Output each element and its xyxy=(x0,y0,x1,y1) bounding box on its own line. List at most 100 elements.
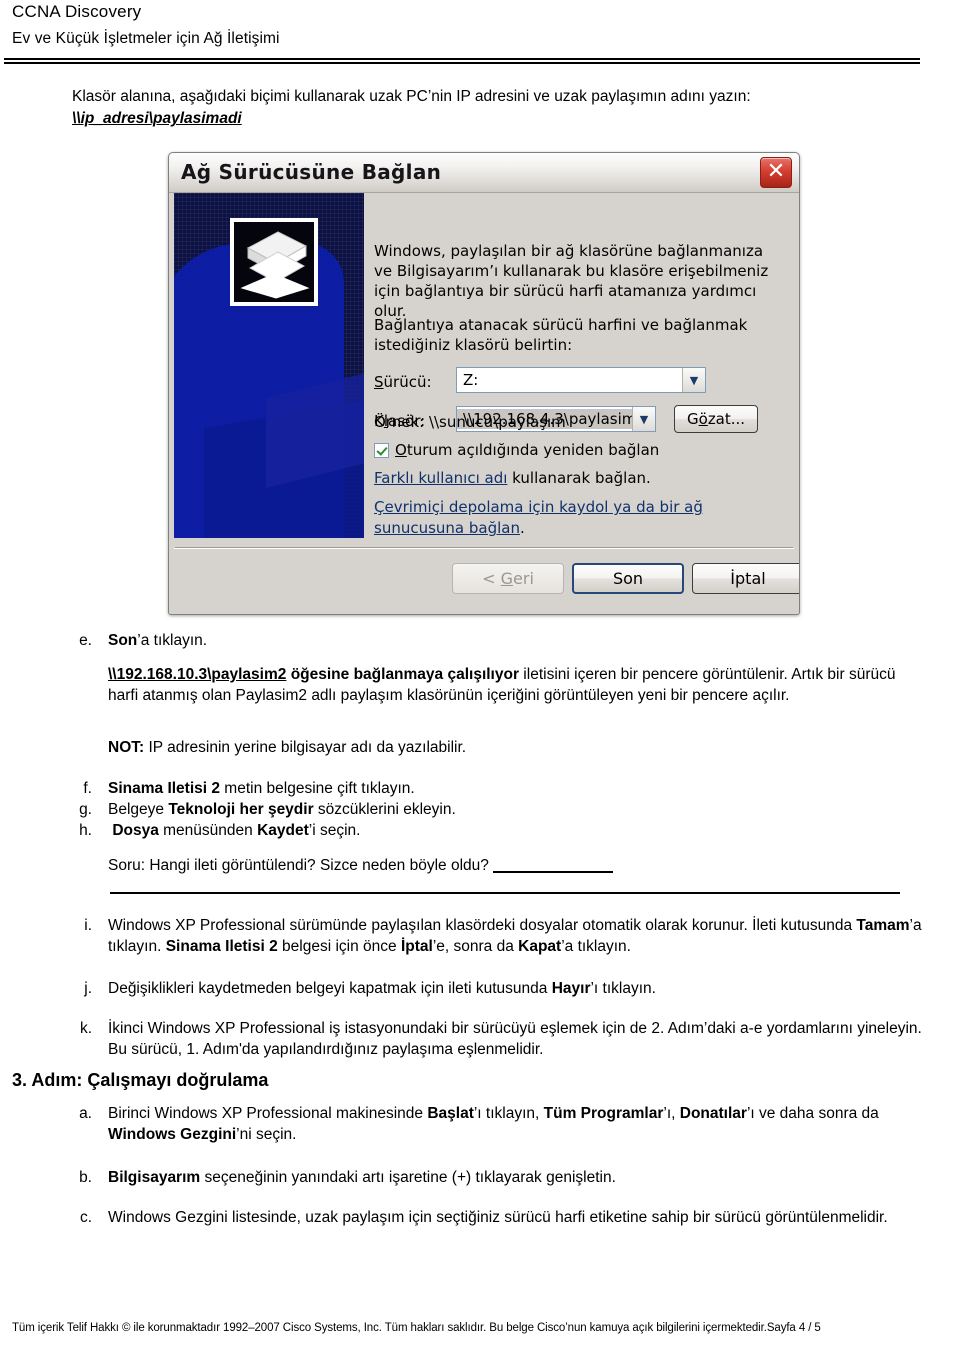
drive-combobox[interactable]: Z: ▼ xyxy=(456,367,706,393)
intro-sentence: Klasör alanına, aşağıdaki biçimi kullana… xyxy=(72,88,751,105)
list-marker: b. xyxy=(79,1169,92,1186)
detail-path: \\192.168.10.3\paylasim2 xyxy=(108,666,287,683)
list-item-g: g. Belgeye Teknoloji her şeydir sözcükle… xyxy=(64,799,924,820)
list-item-j: j. Değişiklikleri kaydetmeden belgeyi ka… xyxy=(64,978,924,999)
list-item-h-mid: menüsünden xyxy=(158,822,258,839)
list-item-i: i. Windows XP Professional sürümünde pay… xyxy=(64,915,924,957)
dialog-side-banner xyxy=(174,193,364,538)
close-icon[interactable]: ✕ xyxy=(760,157,792,188)
b3-bold1: Bilgisayarım xyxy=(108,1169,201,1186)
list-item-3b-text: Bilgisayarım seçeneğinin yanındaki artı … xyxy=(108,1167,924,1188)
list-marker: e. xyxy=(79,632,92,649)
reconnect-label-rest: turum açıldığında yeniden bağlan xyxy=(406,441,660,459)
list-item-3a: a. Birinci Windows XP Professional makin… xyxy=(64,1103,924,1145)
list-item-g-bold: Teknoloji her şeydir xyxy=(168,801,314,818)
online-storage-tail: . xyxy=(519,519,525,537)
dialog-body: Windows, paylaşılan bir ağ klasörüne bağ… xyxy=(169,193,799,569)
a3-bold1: Başlat xyxy=(427,1105,474,1122)
list-marker: c. xyxy=(79,1209,92,1226)
list-item-e-rest: ’a tıklayın. xyxy=(137,632,208,649)
list-marker: g. xyxy=(79,801,92,818)
course-title: CCNA Discovery xyxy=(12,2,142,21)
list-item-h: h. Dosya menüsünden Kaydet’i seçin. xyxy=(64,820,924,841)
list-item-e: e. Son’a tıklayın. xyxy=(64,630,924,651)
list-marker: h. xyxy=(79,822,92,839)
reconnect-checkbox-row[interactable]: Oturum açıldığında yeniden bağlan xyxy=(374,441,659,459)
list-item-h-bold1: Dosya xyxy=(112,822,159,839)
list-item-h-bold2: Kaydet xyxy=(257,822,309,839)
back-button[interactable]: < Geri xyxy=(452,563,564,594)
question-line: Soru: Hangi ileti görüntülendi? Sizce ne… xyxy=(108,855,920,876)
a3-tail: ’ni seçin. xyxy=(236,1126,297,1143)
list-item-e-text: Son’a tıklayın. xyxy=(108,630,924,651)
different-user-rest: kullanarak bağlan. xyxy=(507,469,651,487)
course-subtitle: Ev ve Küçük İşletmeler için Ağ İletişimi xyxy=(12,30,280,47)
drive-label: Sürücü: xyxy=(374,373,432,391)
list-item-3a-text: Birinci Windows XP Professional makinesi… xyxy=(108,1103,924,1145)
list-item-g-text: Belgeye Teknoloji her şeydir sözcüklerin… xyxy=(108,799,924,820)
list-marker: k. xyxy=(79,1020,92,1037)
i-mid2: belgesi için önce xyxy=(277,938,401,955)
j-tail: ’ı tıklayın. xyxy=(590,980,656,997)
answer-blank-short[interactable] xyxy=(492,871,613,873)
cancel-button[interactable]: İptal xyxy=(692,563,799,594)
browse-button-accel: ö xyxy=(698,410,708,428)
finish-button[interactable]: Son xyxy=(572,563,684,594)
example-path-hint: Örnek: \\sunucu\paylaşım xyxy=(374,413,566,431)
a3-bold3: Donatılar xyxy=(679,1105,747,1122)
dialog-titlebar: Ağ Sürücüsüne Bağlan ✕ xyxy=(169,153,799,193)
a3-mid3: ’ı ve daha sonra da xyxy=(746,1105,879,1122)
different-user-link-row: Farklı kullanıcı adı kullanarak bağlan. xyxy=(374,469,651,487)
header-divider xyxy=(4,58,920,64)
list-marker: a. xyxy=(79,1105,92,1122)
list-item-3c: c. Windows Gezgini listesinde, uzak payl… xyxy=(64,1207,924,1228)
a3-mid2: ’ı, xyxy=(663,1105,680,1122)
j-pre: Değişiklikleri kaydetmeden belgeyi kapat… xyxy=(108,980,552,997)
detail-bold-mid: öğesine bağlanmaya çalışılıyor xyxy=(286,666,519,683)
list-marker: j. xyxy=(84,980,92,997)
note-label: NOT: xyxy=(108,739,145,756)
map-network-drive-dialog: Ağ Sürücüsüne Bağlan ✕ Windows, paylaşıl… xyxy=(168,152,800,615)
back-button-accel: G xyxy=(500,569,514,588)
i-mid3: ’e, sonra da xyxy=(432,938,519,955)
online-storage-link[interactable]: Çevrimiçi depolama için kaydol ya da bir… xyxy=(374,498,703,537)
a3-bold2: Tüm Programlar xyxy=(543,1105,664,1122)
list-item-g-rest: sözcüklerini ekleyin. xyxy=(313,801,456,818)
list-marker: f. xyxy=(83,780,92,797)
list-item-j-text: Değişiklikleri kaydetmeden belgeyi kapat… xyxy=(108,978,924,999)
list-item-f-rest: metin belgesine çift tıklayın. xyxy=(220,780,415,797)
chevron-down-icon[interactable]: ▼ xyxy=(632,407,655,431)
i-bold1: Tamam xyxy=(856,917,910,934)
question-text: Soru: Hangi ileti görüntülendi? Sizce ne… xyxy=(108,857,489,874)
i-bold3: İptal xyxy=(400,938,433,955)
list-item-g-pre: Belgeye xyxy=(108,801,169,818)
list-item-f-text: Sinama Iletisi 2 metin belgesine çift tı… xyxy=(108,778,924,799)
i-bold4: Kapat xyxy=(518,938,562,955)
list-marker: i. xyxy=(84,917,92,934)
online-storage-link-row: Çevrimiçi depolama için kaydol ya da bir… xyxy=(374,497,774,539)
i-tail: ’a tıklayın. xyxy=(561,938,631,955)
note-text: IP adresinin yerine bilgisayar adı da ya… xyxy=(144,739,467,756)
dialog-button-bar: < Geri Son İptal xyxy=(174,548,799,609)
a3-bold4: Windows Gezgini xyxy=(108,1126,237,1143)
browse-button[interactable]: Gözat... xyxy=(674,405,759,433)
j-bold1: Hayır xyxy=(551,980,591,997)
dialog-paragraph-1: Windows, paylaşılan bir ağ klasörüne bağ… xyxy=(374,242,769,320)
chevron-down-icon[interactable]: ▼ xyxy=(682,368,705,392)
list-item-h-rest: ’i seçin. xyxy=(308,822,361,839)
list-item-3c-text: Windows Gezgini listesinde, uzak paylaşı… xyxy=(108,1209,888,1226)
list-item-f: f. Sinama Iletisi 2 metin belgesine çift… xyxy=(64,778,924,799)
reconnect-accel: O xyxy=(395,441,407,459)
answer-blank-long[interactable] xyxy=(110,892,900,896)
i-bold2: Sinama Iletisi 2 xyxy=(165,938,278,955)
list-item-k: k. İkinci Windows XP Professional iş ist… xyxy=(64,1018,924,1060)
list-item-i-text: Windows XP Professional sürümünde paylaş… xyxy=(108,915,924,957)
drive-value: Z: xyxy=(463,371,479,389)
intro-paragraph: Klasör alanına, aşağıdaki biçimi kullana… xyxy=(72,86,932,130)
different-user-link[interactable]: Farklı kullanıcı adı xyxy=(374,469,507,487)
list-item-e-bold: Son xyxy=(108,632,138,649)
drive-label-rest: ürücü: xyxy=(383,373,432,391)
checkmark-icon[interactable] xyxy=(374,442,389,458)
drive-label-accel: S xyxy=(374,373,384,391)
a3-pre: Birinci Windows XP Professional makinesi… xyxy=(108,1105,428,1122)
